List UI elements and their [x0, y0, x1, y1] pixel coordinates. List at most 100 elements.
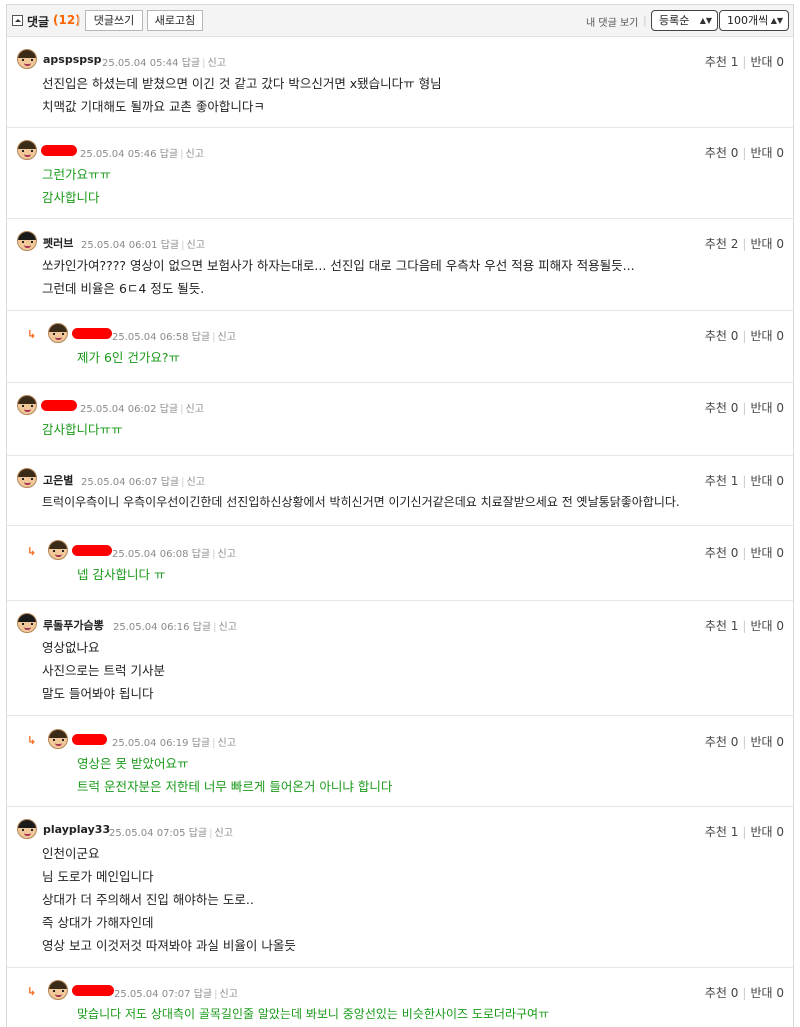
comment-meta: 25.05.04 07:05 답글 | 신고 — [109, 828, 233, 839]
comment-nickname[interactable]: 루돌푸가슴뽕 — [43, 617, 104, 633]
recommend-button[interactable]: 추천 — [705, 735, 727, 749]
refresh-button[interactable]: 새로고침 — [147, 10, 203, 31]
reply-link[interactable]: 답글 — [194, 989, 212, 1000]
avatar[interactable] — [17, 819, 37, 839]
comment-meta: 25.05.04 06:07 답글 | 신고 — [81, 477, 205, 488]
avatar[interactable] — [17, 231, 37, 251]
my-comments-link[interactable]: 내 댓글 보기 — [586, 14, 638, 29]
vote-box: 추천 0 | 반대 0 — [704, 329, 784, 343]
recommend-button[interactable]: 추천 — [705, 146, 727, 160]
comment-item: apspspsp 25.05.04 05:44 답글 | 신고 추천 1 | 반대 0 … — [7, 37, 793, 128]
recommend-button[interactable]: 추천 — [705, 825, 727, 839]
report-link[interactable]: 신고 — [219, 622, 237, 633]
oppose-count: 0 — [776, 619, 784, 633]
reply-link[interactable]: 답글 — [192, 549, 210, 560]
comment-meta: 25.05.04 07:07 답글 | 신고 — [114, 989, 238, 1000]
comment-line: 맞습니다 저도 상대측이 골목길인줄 알았는데 봐보니 중앙선있는 비슷한사이즈… — [77, 1007, 550, 1021]
recommend-button[interactable]: 추천 — [705, 986, 727, 1000]
oppose-count: 0 — [776, 401, 784, 415]
comment-line: 사진으로는 트럭 기사분 — [42, 663, 165, 678]
avatar[interactable] — [48, 540, 68, 560]
report-link[interactable]: 신고 — [218, 549, 236, 560]
comment-line: 그런데 비율은 6ㄷ4 정도 될듯. — [42, 281, 205, 296]
redacted-nickname — [72, 545, 112, 556]
vote-box: 추천 0 | 반대 0 — [704, 546, 784, 560]
oppose-button[interactable]: 반대 — [750, 237, 772, 251]
oppose-button[interactable]: 반대 — [750, 146, 772, 160]
report-link[interactable]: 신고 — [218, 332, 236, 343]
report-link[interactable]: 신고 — [187, 477, 205, 488]
reply-arrow-icon: ↳ — [27, 545, 37, 558]
comment-time: 25.05.04 06:19 — [112, 738, 189, 749]
report-link[interactable]: 신고 — [186, 149, 204, 160]
comment-line: 트럭 운전자분은 저한테 너무 빠르게 들어온거 아니냐 합니다 — [77, 779, 393, 794]
oppose-count: 0 — [776, 55, 784, 69]
reply-arrow-icon: ↳ — [27, 734, 37, 747]
reply-link[interactable]: 답글 — [182, 58, 200, 69]
reply-link[interactable]: 답글 — [189, 828, 207, 839]
oppose-button[interactable]: 반대 — [750, 825, 772, 839]
comment-meta: 25.05.04 06:02 답글 | 신고 — [80, 404, 204, 415]
comment-meta: 25.05.04 06:58 답글 | 신고 — [112, 332, 236, 343]
report-link[interactable]: 신고 — [220, 989, 238, 1000]
sort-select[interactable]: 등록순 ▲▼ — [651, 10, 718, 31]
reply-item: ↳ 25.05.04 06:19 답글 | 신고 추천 0 | 반대 0 영상은 못 받… — [7, 716, 793, 807]
oppose-button[interactable]: 반대 — [750, 474, 772, 488]
report-link[interactable]: 신고 — [186, 404, 204, 415]
report-link[interactable]: 신고 — [215, 828, 233, 839]
recommend-button[interactable]: 추천 — [705, 55, 727, 69]
reply-link[interactable]: 답글 — [192, 332, 210, 343]
oppose-button[interactable]: 반대 — [750, 735, 772, 749]
redacted-nickname — [41, 400, 77, 411]
oppose-button[interactable]: 반대 — [750, 55, 772, 69]
recommend-button[interactable]: 추천 — [705, 237, 727, 251]
collapse-toggle-icon[interactable] — [12, 15, 23, 26]
oppose-button[interactable]: 반대 — [750, 329, 772, 343]
comment-nickname[interactable]: 고은별 — [43, 472, 73, 488]
avatar[interactable] — [48, 323, 68, 343]
recommend-button[interactable]: 추천 — [705, 474, 727, 488]
comment-line: 영상 보고 이것저것 따져봐야 과실 비율이 나올듯 — [42, 938, 296, 953]
oppose-button[interactable]: 반대 — [750, 546, 772, 560]
comment-line: 영상은 못 받았어요ㅠ — [77, 756, 189, 771]
vote-box: 추천 0 | 반대 0 — [704, 735, 784, 749]
recommend-button[interactable]: 추천 — [705, 401, 727, 415]
avatar[interactable] — [17, 140, 37, 160]
oppose-button[interactable]: 반대 — [750, 619, 772, 633]
avatar[interactable] — [48, 729, 68, 749]
oppose-count: 0 — [776, 146, 784, 160]
recommend-button[interactable]: 추천 — [705, 546, 727, 560]
comment-nickname[interactable]: 펫러브 — [43, 235, 73, 251]
comment-nickname[interactable]: apspspsp — [43, 53, 102, 66]
reply-link[interactable]: 답글 — [161, 240, 179, 251]
reply-link[interactable]: 답글 — [161, 477, 179, 488]
reply-item: ↳ 25.05.04 06:58 답글 | 신고 추천 0 | 반대 0 제가 6인 건… — [7, 311, 793, 383]
reply-link[interactable]: 답글 — [192, 738, 210, 749]
oppose-count: 0 — [776, 237, 784, 251]
avatar[interactable] — [17, 613, 37, 633]
comment-body: 제가 6인 건가요?ㅠ — [77, 346, 180, 369]
oppose-button[interactable]: 반대 — [750, 986, 772, 1000]
write-comment-button[interactable]: 댓글쓰기 — [85, 10, 143, 31]
comment-nickname[interactable]: playplay33 — [43, 823, 110, 836]
avatar[interactable] — [17, 395, 37, 415]
redacted-nickname — [41, 145, 77, 156]
comment-line: 즉 상대가 가해자인데 — [42, 915, 154, 930]
avatar[interactable] — [17, 468, 37, 488]
vote-box: 추천 0 | 반대 0 — [704, 986, 784, 1000]
recommend-button[interactable]: 추천 — [705, 329, 727, 343]
report-link[interactable]: 신고 — [187, 240, 205, 251]
reply-link[interactable]: 답글 — [193, 622, 211, 633]
comment-line: 넵 감사합니다 ㅠ — [77, 567, 166, 582]
oppose-button[interactable]: 반대 — [750, 401, 772, 415]
reply-link[interactable]: 답글 — [160, 149, 178, 160]
reply-link[interactable]: 답글 — [160, 404, 178, 415]
avatar[interactable] — [17, 49, 37, 69]
avatar[interactable] — [48, 980, 68, 1000]
per-page-select[interactable]: 100개씩 ▲▼ — [719, 10, 789, 31]
report-link[interactable]: 신고 — [218, 738, 236, 749]
comment-time: 25.05.04 05:44 — [102, 58, 179, 69]
recommend-button[interactable]: 추천 — [705, 619, 727, 633]
redacted-nickname — [72, 734, 107, 745]
report-link[interactable]: 신고 — [208, 58, 226, 69]
